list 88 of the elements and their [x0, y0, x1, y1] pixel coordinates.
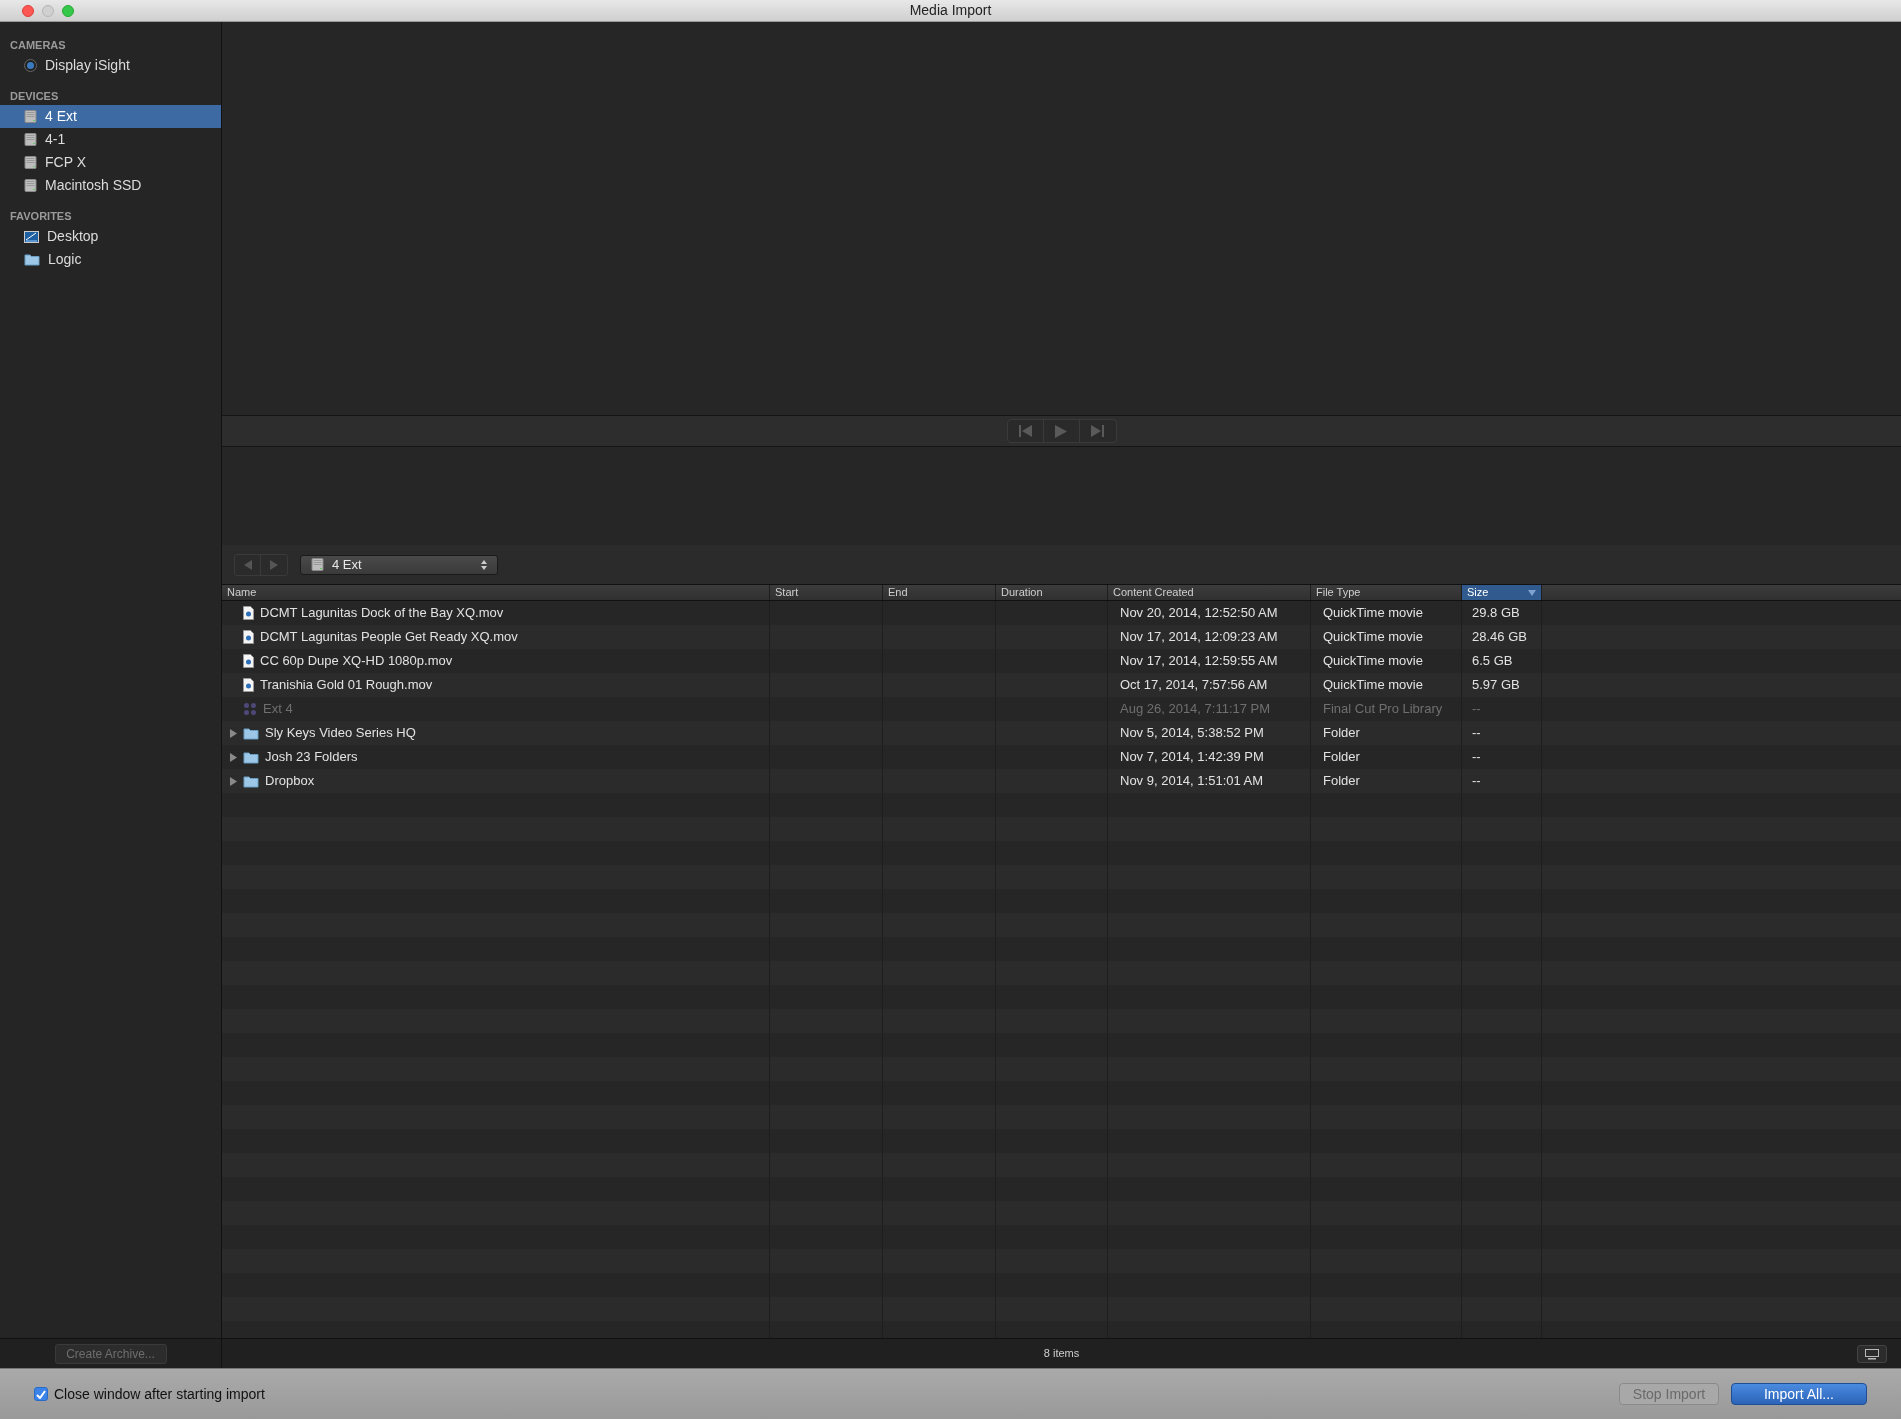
back-arrow-icon — [243, 559, 252, 570]
location-popup[interactable]: 4 Ext — [300, 554, 498, 575]
disclosure-triangle-icon[interactable] — [230, 776, 237, 786]
file-name: Josh 23 Folders — [265, 748, 358, 767]
column-header[interactable]: Duration — [996, 585, 1108, 600]
footer-button[interactable]: Import All... — [1731, 1383, 1867, 1405]
file-name: CC 60p Dupe XQ-HD 1080p.mov — [260, 652, 453, 671]
folder-icon — [24, 253, 40, 266]
file-type: QuickTime movie — [1323, 604, 1423, 623]
drive-icon — [24, 156, 37, 169]
file-name: Tranishia Gold 01 Rough.mov — [260, 676, 433, 695]
skip-forward-icon — [1091, 425, 1104, 437]
movie-file-icon — [243, 606, 254, 620]
column-header[interactable]: Size — [1462, 585, 1542, 600]
created-date: Nov 9, 2014, 1:51:01 AM — [1120, 772, 1264, 791]
table-row[interactable]: Dropbox Nov 9, 2014, 1:51:01 AM Folder -- — [222, 769, 1901, 793]
file-size: 28.46 GB — [1472, 628, 1527, 647]
file-size: -- — [1472, 700, 1481, 719]
file-type: QuickTime movie — [1323, 628, 1423, 647]
column-header[interactable]: Name — [222, 585, 770, 600]
disclosure-triangle-icon[interactable] — [230, 752, 237, 762]
file-name: DCMT Lagunitas People Get Ready XQ.mov — [260, 628, 518, 647]
window-title: Media Import — [909, 1, 992, 20]
movie-file-icon — [243, 654, 254, 668]
file-name: Ext 4 — [263, 700, 293, 719]
sidebar-item[interactable]: FCP X — [0, 151, 221, 174]
sidebar-item[interactable]: 4-1 — [0, 128, 221, 151]
checkmark-icon — [36, 1389, 46, 1399]
table-row[interactable]: Tranishia Gold 01 Rough.mov Oct 17, 2014, 7:57:56 AM QuickTime movie 5.97 GB — [222, 673, 1901, 697]
folder-icon — [243, 726, 259, 740]
desktop-icon — [24, 230, 39, 243]
minimize-button[interactable] — [42, 5, 54, 17]
table-row[interactable]: DCMT Lagunitas People Get Ready XQ.mov Nov 17, 2014, 12:09:23 AM QuickTime movie 28.46 GB — [222, 625, 1901, 649]
disclosure-triangle-icon[interactable] — [230, 728, 237, 738]
created-date: Oct 17, 2014, 7:57:56 AM — [1120, 676, 1268, 695]
file-name: Dropbox — [265, 772, 315, 791]
drive-icon — [311, 558, 324, 571]
section-heading: FAVORITES — [9, 208, 73, 224]
skip-back-icon — [1018, 425, 1032, 437]
file-size: 5.97 GB — [1472, 676, 1520, 695]
file-type: QuickTime movie — [1323, 676, 1423, 695]
sidebar-item[interactable]: Macintosh SSD — [0, 174, 221, 197]
section-heading: CAMERAS — [9, 37, 67, 53]
sidebar-item[interactable]: Logic — [0, 248, 221, 271]
created-date: Aug 26, 2014, 7:11:17 PM — [1120, 700, 1271, 719]
folder-icon — [243, 750, 259, 764]
drive-icon — [24, 133, 37, 146]
column-header[interactable]: End — [883, 585, 996, 600]
item-count: 8 items — [1043, 1346, 1080, 1362]
folder-icon — [243, 774, 259, 788]
close-after-import-checkbox[interactable]: Close window after starting import — [34, 1383, 265, 1405]
file-type: Final Cut Pro Library — [1323, 700, 1443, 719]
drive-icon — [24, 110, 37, 123]
file-type: QuickTime movie — [1323, 652, 1423, 671]
file-size: -- — [1472, 748, 1481, 767]
created-date: Nov 17, 2014, 12:09:23 AM — [1120, 628, 1278, 647]
file-size: -- — [1472, 724, 1481, 743]
file-size: 29.8 GB — [1472, 604, 1520, 623]
created-date: Nov 20, 2014, 12:52:50 AM — [1120, 604, 1278, 623]
file-size: 6.5 GB — [1472, 652, 1513, 671]
forward-arrow-icon — [270, 559, 278, 570]
file-type: Folder — [1323, 772, 1360, 791]
created-date: Nov 7, 2014, 1:42:39 PM — [1120, 748, 1264, 767]
sort-arrow-icon — [1528, 589, 1536, 596]
movie-file-icon — [243, 678, 254, 692]
library-icon — [243, 702, 257, 716]
up-down-arrows-icon — [481, 559, 487, 570]
created-date: Nov 5, 2014, 5:38:52 PM — [1120, 724, 1264, 743]
close-button[interactable] — [22, 5, 34, 17]
file-name: DCMT Lagunitas Dock of the Bay XQ.mov — [260, 604, 504, 623]
file-name: Sly Keys Video Series HQ — [265, 724, 416, 743]
table-row[interactable]: Sly Keys Video Series HQ Nov 5, 2014, 5:38:52 PM Folder -- — [222, 721, 1901, 745]
play-icon — [1055, 424, 1067, 438]
file-type: Folder — [1323, 724, 1360, 743]
drive-icon — [24, 179, 37, 192]
section-heading: DEVICES — [9, 88, 60, 104]
camera-lens-icon — [24, 59, 37, 72]
sidebar-item[interactable]: 4 Ext — [0, 105, 221, 128]
column-header[interactable]: Content Created — [1108, 585, 1311, 600]
file-type: Folder — [1323, 748, 1360, 767]
sidebar-item[interactable]: Display iSight — [0, 54, 221, 77]
column-header[interactable]: Start — [770, 585, 883, 600]
sidebar-item[interactable]: Desktop — [0, 225, 221, 248]
file-size: -- — [1472, 772, 1481, 791]
filmstrip-view-button[interactable] — [1857, 1345, 1887, 1363]
created-date: Nov 17, 2014, 12:59:55 AM — [1120, 652, 1278, 671]
zoom-button[interactable] — [62, 5, 74, 17]
movie-file-icon — [243, 630, 254, 644]
